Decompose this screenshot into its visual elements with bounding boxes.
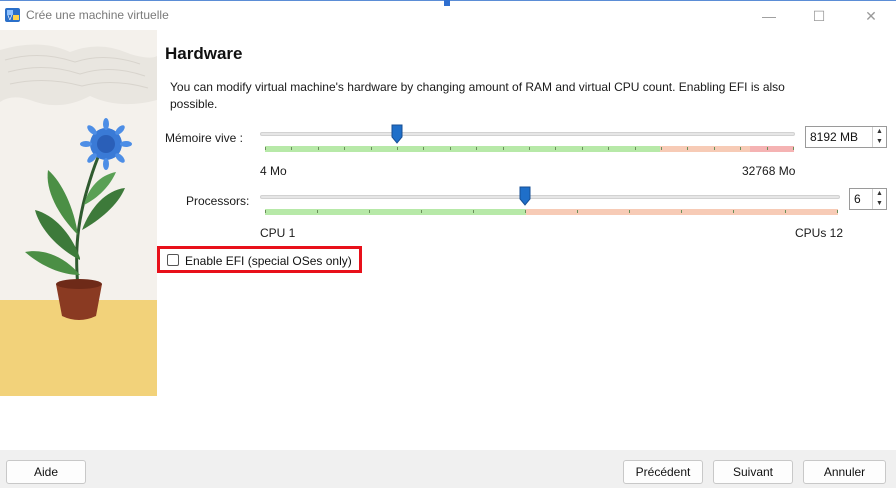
memory-safe-zone xyxy=(265,146,660,152)
memory-label: Mémoire vive : xyxy=(165,131,244,145)
minimize-icon: — xyxy=(762,8,776,24)
plant-illustration xyxy=(0,30,157,396)
memory-spinbox[interactable]: 8192 MB ▲ ▼ xyxy=(805,126,887,148)
processors-slider-tick xyxy=(265,210,266,213)
processors-slider-tick xyxy=(733,210,734,213)
page-title: Hardware xyxy=(165,44,243,63)
memory-slider-tick xyxy=(714,147,715,150)
memory-slider-tick xyxy=(291,147,292,150)
efi-checkbox[interactable] xyxy=(167,254,179,266)
memory-slider-tick xyxy=(371,147,372,150)
processors-label: Processors: xyxy=(186,194,250,208)
processors-increase-icon[interactable]: ▲ xyxy=(873,189,886,199)
processors-slider-tick xyxy=(369,210,370,213)
memory-danger-zone xyxy=(750,146,794,152)
close-icon: ✕ xyxy=(865,7,877,24)
memory-value[interactable]: 8192 MB xyxy=(806,127,872,147)
memory-slider-tick xyxy=(476,147,477,150)
svg-text:V: V xyxy=(8,15,13,22)
maximize-icon: ☐ xyxy=(812,7,826,24)
processors-slider-tick xyxy=(785,210,786,213)
processors-warn-zone xyxy=(526,209,838,215)
minimize-button[interactable]: — xyxy=(746,1,792,31)
close-button[interactable]: ✕ xyxy=(848,1,894,31)
resize-handle-top[interactable] xyxy=(444,0,450,6)
memory-slider-tick xyxy=(529,147,530,150)
page-description: You can modify virtual machine's hardwar… xyxy=(170,80,785,111)
memory-slider-track[interactable] xyxy=(260,132,795,136)
memory-decrease-icon[interactable]: ▼ xyxy=(873,137,886,147)
processors-slider-track[interactable] xyxy=(260,195,840,199)
hardware-page: Hardware You can modify virtual machine'… xyxy=(157,30,896,450)
processors-slider-tick xyxy=(473,210,474,213)
memory-slider-tick xyxy=(687,147,688,150)
memory-slider-tick xyxy=(423,147,424,150)
maximize-button[interactable]: ☐ xyxy=(796,1,842,31)
next-button[interactable]: Suivant xyxy=(713,460,793,484)
memory-slider-thumb[interactable] xyxy=(391,124,403,144)
processors-slider-tick xyxy=(421,210,422,213)
memory-slider-tick xyxy=(793,147,794,150)
processors-decrease-icon[interactable]: ▼ xyxy=(873,199,886,209)
processors-min-label: CPU 1 xyxy=(260,226,296,240)
memory-max-label: 32768 Mo xyxy=(742,164,796,178)
processors-safe-zone xyxy=(265,209,526,215)
help-button[interactable]: Aide xyxy=(6,460,86,484)
memory-slider-tick xyxy=(608,147,609,150)
back-button[interactable]: Précédent xyxy=(623,460,703,484)
processors-max-label: CPUs 12 xyxy=(795,226,844,240)
memory-min-label: 4 Mo xyxy=(260,164,287,178)
memory-slider-tick xyxy=(661,147,662,150)
processors-slider-tick xyxy=(317,210,318,213)
memory-slider-tick xyxy=(450,147,451,150)
memory-slider-tick xyxy=(740,147,741,150)
processors-slider-thumb[interactable] xyxy=(519,186,531,206)
memory-slider-tick xyxy=(265,147,266,150)
processors-value[interactable]: 6 xyxy=(850,189,872,209)
memory-slider-tick xyxy=(555,147,556,150)
memory-slider-tick xyxy=(582,147,583,150)
processors-slider-tick xyxy=(577,210,578,213)
memory-slider-tick xyxy=(635,147,636,150)
memory-slider-tick xyxy=(318,147,319,150)
memory-slider-tick xyxy=(503,147,504,150)
memory-increase-icon[interactable]: ▲ xyxy=(873,127,886,137)
processors-slider-tick xyxy=(837,210,838,213)
virtualbox-app-icon: V xyxy=(5,8,20,22)
memory-slider-tick xyxy=(344,147,345,150)
processors-slider-tick xyxy=(629,210,630,213)
memory-slider-tick xyxy=(767,147,768,150)
processors-slider-tick xyxy=(681,210,682,213)
processors-slider-tick xyxy=(525,210,526,213)
memory-warn-zone xyxy=(660,146,750,152)
memory-slider-tick xyxy=(397,147,398,150)
window-title: Crée une machine virtuelle xyxy=(26,8,169,22)
efi-checkbox-label[interactable]: Enable EFI (special OSes only) xyxy=(185,254,352,268)
processors-spinbox[interactable]: 6 ▲ ▼ xyxy=(849,188,887,210)
cancel-button[interactable]: Annuler xyxy=(803,460,886,484)
